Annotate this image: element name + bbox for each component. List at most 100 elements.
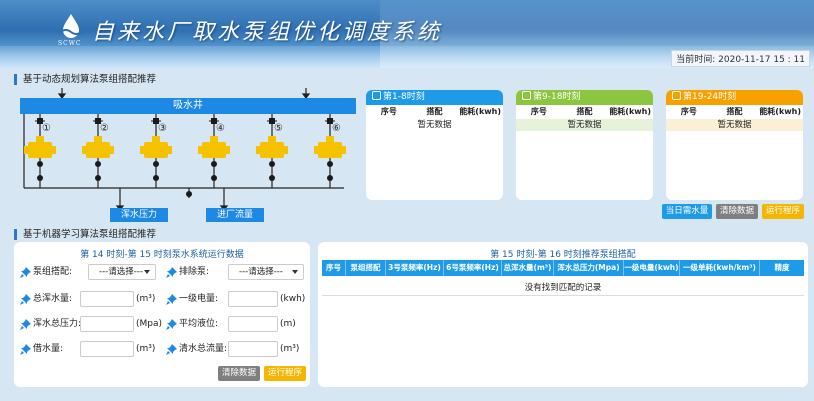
drain-pump-value: ---请选择---: [239, 267, 283, 277]
pin-icon: [20, 294, 31, 305]
th-power1: 一级电量(kwh): [624, 260, 680, 276]
card-period-1-title: 第1-8时刻: [383, 92, 425, 102]
inflow-tag: 进厂流量: [206, 208, 264, 222]
th-total-raw: 总浑水量(m³): [502, 260, 554, 276]
borrow-unit: (m³): [136, 344, 156, 354]
recommend-panel: 第 15 时刻-第 16 时刻推荐泵组搭配 序号 泵组搭配 3号泵频率(Hz) …: [318, 242, 808, 387]
pump-number-2: ②: [100, 123, 109, 134]
section2-title: 基于机器学习算法泵组搭配推荐: [14, 229, 156, 240]
recommend-no-record: 没有找到匹配的记录: [322, 280, 804, 296]
daily-demand-button[interactable]: 当日需水量: [662, 204, 712, 219]
valve-icon: [95, 161, 101, 167]
card-period-1-cols: 序号 搭配 能耗(kwh): [366, 105, 503, 119]
chevron-down-icon: [292, 270, 298, 274]
total-raw-label: 总浑水量:: [33, 294, 73, 304]
app-title: 自来水厂取水泵组优化调度系统: [92, 20, 443, 45]
card-period-1-header: 第1-8时刻: [366, 90, 503, 105]
card-period-2-header: 第9-18时刻: [516, 90, 653, 105]
pump-combo-label: 泵组搭配:: [33, 267, 73, 277]
raw-pressure-input[interactable]: [80, 316, 134, 332]
logo-icon: [59, 14, 83, 38]
pump-icon: [202, 142, 226, 158]
pump-icon: [28, 142, 52, 158]
card-period-1: 第1-8时刻 序号 搭配 能耗(kwh) 暂无数据: [366, 90, 503, 200]
card-period-3-header: 第19-24时刻: [666, 90, 803, 105]
power1-unit: (kwh): [280, 294, 306, 304]
borrow-input[interactable]: [80, 341, 134, 357]
valve-icon: [211, 175, 217, 181]
valve-icon: [269, 161, 275, 167]
col-energy: 能耗(kwh): [459, 107, 502, 116]
clear-total-input[interactable]: [228, 341, 278, 357]
th-index: 序号: [322, 260, 346, 276]
total-raw-input[interactable]: [80, 291, 134, 307]
drain-pump-label: 排除泵:: [179, 267, 210, 277]
pump-number-1: ①: [42, 123, 51, 134]
current-datetime: 当前时间: 2020-11-17 15 : 11: [671, 50, 810, 67]
recommend-title: 第 15 时刻-第 16 时刻推荐泵组搭配: [490, 250, 636, 260]
col-combo: 搭配: [726, 107, 743, 116]
pump-number-5: ⑤: [274, 123, 283, 134]
chevron-down-icon: [144, 270, 150, 274]
card-period-2: 第9-18时刻 序号 搭配 能耗(kwh) 暂无数据: [516, 90, 653, 200]
clear-data-button[interactable]: 清除数据: [716, 204, 758, 219]
col-combo: 搭配: [426, 107, 443, 116]
ml-run-button[interactable]: 运行程序: [264, 366, 306, 381]
valve-icon: [327, 175, 333, 181]
pump-diagram: 吸水井 ① ② ③ ④ ⑤ ⑥ 浑水压力 进厂流量: [14, 86, 358, 226]
pin-icon: [166, 267, 177, 278]
col-index: 序号: [680, 107, 697, 116]
drain-pump-select[interactable]: ---请选择---: [228, 264, 304, 280]
th-unit-cost: 一级单耗(kwh/km³): [680, 260, 760, 276]
power1-input[interactable]: [228, 291, 278, 307]
card-period-2-cols: 序号 搭配 能耗(kwh): [516, 105, 653, 119]
valve-icon: [37, 161, 43, 167]
run-program-button[interactable]: 运行程序: [762, 204, 804, 219]
col-index: 序号: [530, 107, 547, 116]
pin-icon: [166, 319, 177, 330]
ml-clear-button[interactable]: 清除数据: [218, 366, 260, 381]
pump-combo-select[interactable]: ---请选择---: [88, 264, 156, 280]
pump-icon: [260, 142, 284, 158]
pin-icon: [166, 344, 177, 355]
pin-icon: [20, 344, 31, 355]
pin-icon: [166, 294, 177, 305]
calendar-icon: [522, 91, 531, 100]
level-input[interactable]: [228, 316, 278, 332]
level-label: 平均液位:: [179, 319, 219, 329]
card-period-3-cols: 序号 搭配 能耗(kwh): [666, 105, 803, 119]
raw-pressure-tag: 浑水压力: [110, 208, 168, 222]
suction-well: 吸水井: [20, 98, 356, 114]
logo-text: SCWC: [58, 40, 82, 47]
valve-icon: [153, 161, 159, 167]
calendar-icon: [372, 91, 381, 100]
card-period-3-title: 第19-24时刻: [683, 92, 737, 102]
raw-pressure-unit: (Mpa): [136, 319, 163, 329]
pump-number-4: ④: [216, 123, 225, 134]
pump-icon: [318, 142, 342, 158]
col-combo: 搭配: [576, 107, 593, 116]
th-accuracy: 精度: [774, 263, 790, 272]
pin-icon: [20, 267, 31, 278]
pump-combo-value: ---请选择---: [99, 267, 143, 277]
col-energy: 能耗(kwh): [609, 107, 652, 116]
card-period-2-empty: 暂无数据: [516, 119, 653, 131]
pin-icon: [20, 319, 31, 330]
total-raw-unit: (m³): [136, 294, 156, 304]
valve-icon: [37, 175, 43, 181]
col-energy: 能耗(kwh): [759, 107, 802, 116]
th-raw-pressure: 浑水总压力(Mpa): [554, 260, 624, 276]
valve-icon: [186, 191, 192, 197]
pump-number-3: ③: [158, 123, 167, 134]
run-data-title: 第 14 时刻-第 15 时刻泵水系统运行数据: [80, 250, 244, 260]
valve-icon: [153, 175, 159, 181]
recommend-table-header: 序号 泵组搭配 3号泵频率(Hz) 6号泵频率(Hz) 总浑水量(m³) 浑水总…: [322, 260, 804, 276]
raw-pressure-label: 浑水总压力:: [33, 319, 82, 329]
valve-icon: [95, 175, 101, 181]
calendar-icon: [672, 91, 681, 100]
pump-number-6: ⑥: [332, 123, 341, 134]
section1-title: 基于动态规划算法泵组搭配推荐: [14, 74, 156, 85]
valve-icon: [211, 161, 217, 167]
power1-label: 一级电量:: [179, 294, 219, 304]
pump-icon: [86, 142, 110, 158]
